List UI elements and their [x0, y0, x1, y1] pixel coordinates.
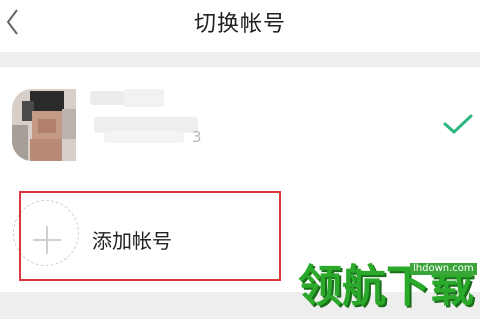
section-divider	[0, 52, 480, 67]
account-username-obscured	[90, 89, 200, 147]
header-bar: 切换帐号	[0, 0, 480, 52]
watermark-url: lhdown.com	[410, 263, 477, 275]
avatar	[12, 89, 76, 161]
add-account-button[interactable]	[19, 191, 281, 281]
account-username-tail: 3	[192, 128, 202, 146]
checkmark-icon	[443, 114, 473, 134]
account-row[interactable]: 3	[0, 67, 480, 177]
page-title: 切换帐号	[193, 12, 286, 37]
